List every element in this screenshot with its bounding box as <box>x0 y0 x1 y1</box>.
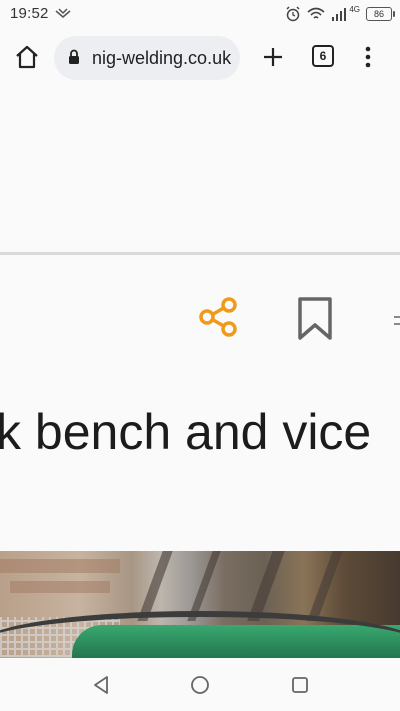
hotspot-icon <box>55 8 71 18</box>
plus-icon[interactable] <box>260 44 286 70</box>
system-nav-bar <box>0 658 400 711</box>
alarm-icon <box>286 6 300 22</box>
signal-icon <box>332 8 347 21</box>
recents-icon[interactable] <box>291 676 309 694</box>
home-icon[interactable] <box>14 44 40 70</box>
status-bar: 19:52 4G 86 <box>0 0 400 28</box>
url-text[interactable]: nig-welding.co.uk <box>92 48 231 69</box>
share-icon[interactable] <box>196 294 240 340</box>
status-icons: 4G 86 <box>285 4 395 23</box>
network-type-label: 4G <box>349 4 360 14</box>
section-divider <box>0 252 400 255</box>
battery-icon: 86 <box>366 7 395 21</box>
wifi-icon <box>307 7 325 19</box>
article-photo <box>0 551 400 658</box>
address-bar[interactable]: nig-welding.co.uk <box>54 36 240 80</box>
menu-icon[interactable] <box>358 44 378 70</box>
back-icon[interactable] <box>92 675 110 695</box>
web-content: k bench and vice <box>0 88 400 658</box>
bookmark-icon[interactable] <box>296 296 334 342</box>
more-options-icon[interactable] <box>392 312 400 332</box>
status-time: 19:52 <box>10 5 49 22</box>
lock-icon <box>69 49 79 64</box>
article-heading: k bench and vice <box>0 404 372 460</box>
circle-home-icon[interactable] <box>190 675 210 695</box>
tabs-count-button[interactable]: 6 <box>312 45 334 67</box>
browser-toolbar: nig-welding.co.uk 6 <box>0 28 400 88</box>
